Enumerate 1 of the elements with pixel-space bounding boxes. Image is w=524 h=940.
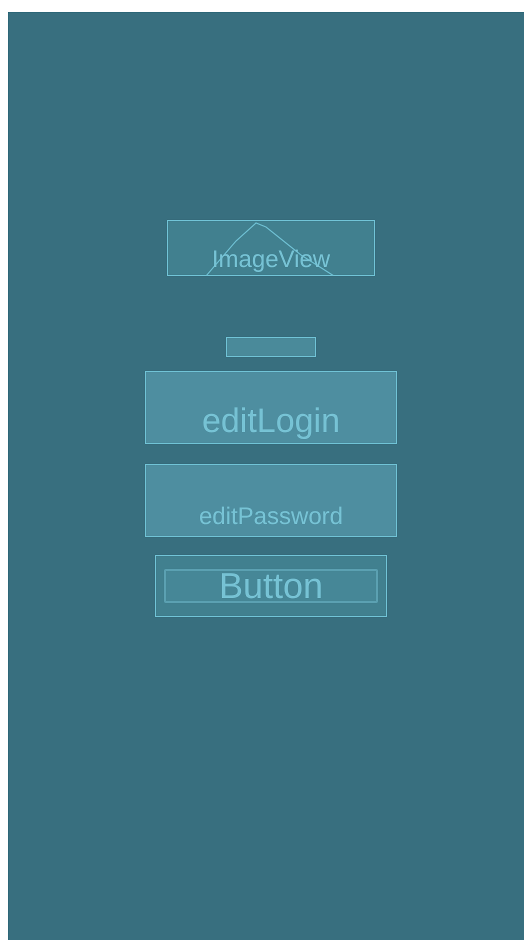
button[interactable]: Button xyxy=(164,569,378,603)
